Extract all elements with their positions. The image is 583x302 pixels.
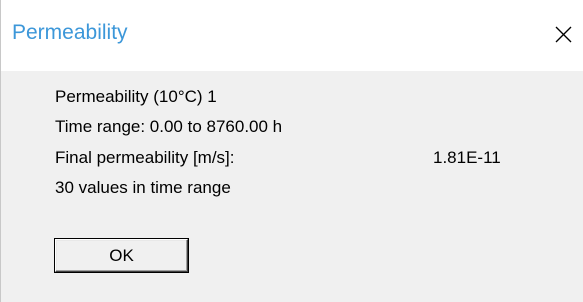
values-count-text: 30 values in time range [55, 178, 231, 197]
final-permeability-value: 1.81E-11 [433, 148, 501, 167]
permeability-name-text: Permeability (10°C) 1 [55, 87, 217, 106]
dialog-content: Permeability (10°C) 1 Time range: 0.00 t… [1, 71, 583, 302]
close-button[interactable] [543, 14, 583, 54]
final-permeability-label: Final permeability [m/s]: [55, 148, 235, 167]
ok-button[interactable]: OK [54, 238, 189, 273]
close-icon [555, 26, 572, 43]
permeability-dialog: Permeability Permeability (10°C) 1 Time … [0, 0, 583, 302]
dialog-title: Permeability [12, 21, 128, 44]
time-range-text: Time range: 0.00 to 8760.00 h [55, 117, 283, 136]
title-bar[interactable]: Permeability [1, 0, 583, 71]
